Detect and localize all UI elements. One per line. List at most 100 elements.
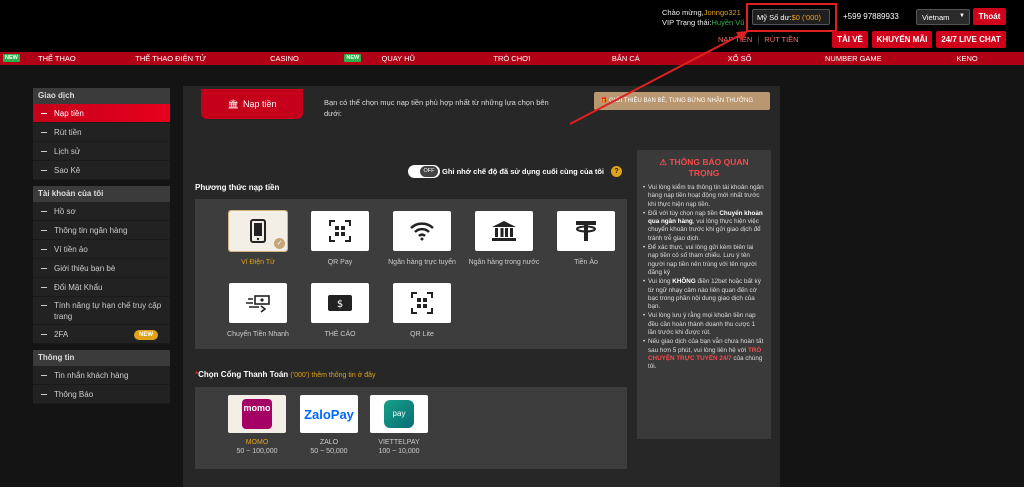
notice-text: Nếu giao dịch của bạn vẫn chưa hoàn tất … (648, 338, 764, 354)
nav-item-number-game[interactable]: NUMBER GAME (796, 52, 910, 65)
payment-gateways: momo MOMO 50 ~ 100,000 ZaloPay ZALO 50 ~… (195, 387, 627, 469)
gateway-momo[interactable]: momo MOMO 50 ~ 100,000 (227, 395, 287, 456)
sidebar-item-label: Tính năng tự hạn chế truy cập trang (54, 301, 162, 321)
gateway-tile: ZaloPay (300, 395, 358, 433)
dash-icon (41, 113, 47, 115)
sidebar-item-self-exclusion[interactable]: Tính năng tự hạn chế truy cập trang (33, 297, 170, 325)
logout-button[interactable]: Thoát (973, 8, 1006, 25)
method-label: THẺ CÀO (324, 331, 356, 338)
withdraw-link[interactable]: RÚT TIỀN (764, 35, 798, 44)
nav-item-casino[interactable]: CASINO (228, 52, 342, 65)
gateway-name: VIETTELPAY (378, 439, 420, 446)
nav-label: CASINO (270, 54, 299, 63)
nav-item-games[interactable]: TRÒ CHƠI (455, 52, 569, 65)
sidebar-group-title: Tài khoản của tôi (33, 186, 170, 202)
method-crypto[interactable]: Tiền Ảo (545, 211, 627, 267)
download-button[interactable]: TẢI VỀ (832, 31, 868, 48)
nav-item-lottery[interactable]: XỔ SỐ (683, 52, 797, 65)
method-tile: ✓ (228, 210, 288, 252)
sidebar-item-bank-info[interactable]: Thông tin ngân hàng (33, 221, 170, 240)
live-chat-button[interactable]: 24/7 LIVE CHAT (936, 31, 1006, 48)
method-label: Ngân hàng trực tuyến (388, 259, 456, 266)
sidebar-item-referral[interactable]: Giới thiệu bạn bè (33, 259, 170, 278)
sidebar-item-label: Giới thiệu bạn bè (54, 264, 116, 273)
viettelpay-logo: pay (384, 400, 414, 428)
sidebar-group-info: Thông tin Tin nhắn khách hàng Thông Báo (33, 350, 170, 404)
fast-transfer-icon (246, 295, 270, 313)
sidebar-item-deposit[interactable]: Nạp tiền (33, 104, 170, 123)
notice-text: Vui lòng (648, 278, 673, 286)
promo-button[interactable]: KHUYẾN MÃI (872, 31, 932, 48)
dash-icon (41, 249, 47, 251)
method-label: Tiền Ảo (574, 259, 598, 266)
sidebar-item-statement[interactable]: Sao Kê (33, 161, 170, 180)
sidebar-item-label: Thông Báo (54, 390, 94, 399)
nav-label: TRÒ CHƠI (493, 54, 531, 63)
nav-label: NUMBER GAME (825, 54, 882, 63)
notice-item: Vui lòng KHÔNG điền 12bet hoặc bất kỳ từ… (643, 278, 765, 311)
nav-item-sports[interactable]: NEW THỂ THAO (0, 52, 114, 65)
chevron-down-icon: ▼ (959, 13, 965, 19)
tab-label: Nạp tiền (242, 99, 277, 109)
nav-item-keno[interactable]: KENO (910, 52, 1024, 65)
top-header: Chào mừng,Jonngo321 VIP Trạng thái:Huyền… (0, 0, 1024, 52)
sidebar-item-history[interactable]: Lịch sử (33, 142, 170, 161)
notice-item: Vui lòng lưu ý rằng mọi khoản tiền nạp đ… (643, 312, 765, 337)
nav-label: THỂ THAO ĐIỆN TỬ (135, 54, 207, 63)
method-scratch-card[interactable]: $ THẺ CÀO (299, 283, 381, 339)
notice-text: KHÔNG (672, 278, 696, 286)
method-tile (229, 283, 287, 323)
sidebar-group-title: Giao dịch (33, 88, 170, 104)
sidebar-item-label: Rút tiền (54, 128, 82, 137)
main-nav: NEW THỂ THAO THỂ THAO ĐIỆN TỬ CASINO NEW Q… (0, 52, 1024, 65)
sidebar-item-withdraw[interactable]: Rút tiền (33, 123, 170, 142)
gateway-range: 50 ~ 50,000 (310, 448, 348, 455)
toggle-state: OFF (420, 166, 438, 177)
method-tile (557, 211, 615, 251)
sidebar-item-profile[interactable]: Hồ sơ (33, 202, 170, 221)
nav-item-slots[interactable]: NEW QUAY HŨ (341, 52, 455, 65)
gateway-title-text: Chọn Cổng Thanh Toán (198, 370, 289, 379)
vip-level: Huyền Vũ (711, 18, 745, 27)
remember-toggle[interactable]: OFF (408, 165, 440, 178)
sidebar-item-crypto-wallet[interactable]: Ví tiền ảo (33, 240, 170, 259)
tab-deposit[interactable]: 🏛 Nạp tiền (201, 89, 303, 119)
svg-text:$: $ (337, 299, 343, 310)
gateway-viettelpay[interactable]: pay VIETTELPAY 100 ~ 10,000 (369, 395, 429, 456)
nav-item-esports[interactable]: THỂ THAO ĐIỆN TỬ (114, 52, 228, 65)
method-tile (393, 211, 451, 251)
method-label: Ví Điện Tử (241, 259, 275, 266)
remember-label: Ghi nhớ chế độ đã sử dụng cuối cùng của … (442, 167, 605, 176)
method-qr-lite[interactable]: QR Lite (381, 283, 463, 339)
sidebar-item-label: Nạp tiền (54, 109, 84, 118)
method-ewallet[interactable]: ✓ Ví Điện Tử (217, 210, 299, 267)
notice-text: Vui lòng kiểm tra thông tin tài khoản ng… (648, 184, 764, 208)
language-select[interactable]: Vietnam ▼ (916, 9, 970, 25)
sidebar-group-title: Thông tin (33, 350, 170, 366)
gateway-range: 100 ~ 10,000 (378, 448, 420, 455)
gateway-zalo[interactable]: ZaloPay ZALO 50 ~ 50,000 (299, 395, 359, 456)
sidebar-item-change-password[interactable]: Đổi Mật Khẩu (33, 278, 170, 297)
notice-item: Đối với tùy chọn nạp tiền Chuyển khoản q… (643, 210, 765, 243)
phone-icon (250, 219, 266, 243)
nav-item-fishing[interactable]: BẮN CÁ (569, 52, 683, 65)
referral-banner[interactable]: 🎁 GIỚI THIỆU BẠN BÈ, TUNG BỪNG NHẬN THƯỞ… (594, 92, 770, 110)
method-fast-transfer[interactable]: Chuyển Tiền Nhanh (217, 283, 299, 339)
dash-icon (41, 375, 47, 377)
help-icon[interactable]: ? (611, 166, 622, 177)
method-domestic-bank[interactable]: Ngân hàng trong nước (463, 211, 545, 267)
sidebar-item-notifications[interactable]: Thông Báo (33, 385, 170, 404)
quick-links: NẠP TIỀN | RÚT TIỀN (718, 35, 799, 44)
bank-icon (492, 221, 516, 241)
method-qr-pay[interactable]: QR Pay (299, 211, 381, 267)
notice-text: Đối với tùy chọn nạp tiền (648, 209, 720, 217)
sidebar-item-label: Ví tiền ảo (54, 245, 88, 254)
dash-icon (41, 268, 47, 270)
sidebar-item-messages[interactable]: Tin nhắn khách hàng (33, 366, 170, 385)
username: Jonngo321 (703, 8, 741, 17)
deposit-link[interactable]: NẠP TIỀN (718, 35, 752, 44)
sidebar-item-2fa[interactable]: 2FA NEW (33, 325, 170, 344)
dash-icon (41, 151, 47, 153)
method-online-banking[interactable]: Ngân hàng trực tuyến (381, 211, 463, 267)
dash-icon (41, 334, 47, 336)
